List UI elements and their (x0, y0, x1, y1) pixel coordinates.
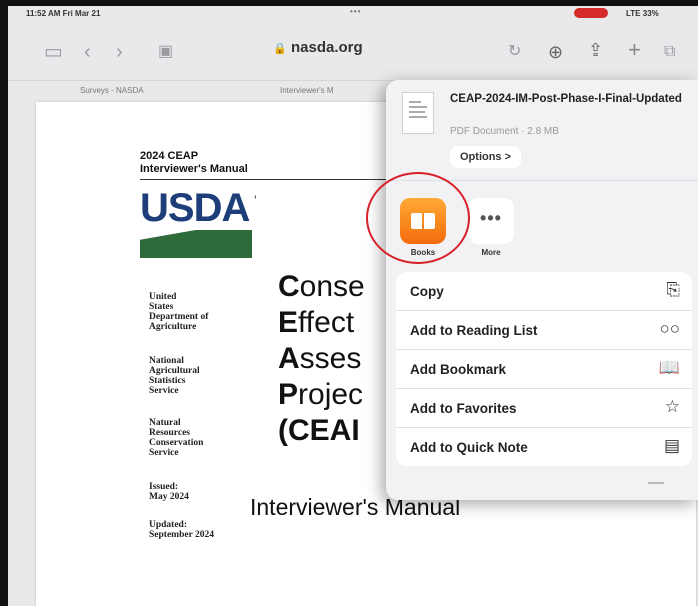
copy-icon: ⎘ (666, 280, 680, 299)
book-icon: 📖 (658, 358, 680, 377)
glasses-icon: ○○ (659, 319, 680, 338)
agency-line: States (149, 302, 174, 312)
options-button[interactable]: Options > (450, 146, 522, 168)
usda-logo-swoosh (140, 230, 252, 258)
action-add-to-reading-list[interactable]: Add to Reading List ○○ (396, 311, 692, 350)
agency-line: September 2024 (149, 530, 214, 540)
issued-date: Issued: May 2024 (149, 482, 189, 502)
title-line-1: Conse (278, 270, 365, 304)
action-label: Add to Quick Note (410, 440, 528, 455)
title-initial: E (278, 306, 299, 339)
agency-line: Service (149, 386, 179, 396)
tab-interviewers-manual[interactable]: Interviewer's M (280, 86, 334, 95)
agency-line: Agriculture (149, 322, 197, 332)
title-initial: P (278, 378, 299, 411)
action-add-to-quick-note[interactable]: Add to Quick Note ▤ (396, 428, 692, 466)
url-text: nasda.org (291, 39, 363, 56)
action-label: Add Bookmark (410, 362, 507, 377)
header-rule (140, 179, 400, 180)
quick-note-icon: ▤ (663, 436, 680, 455)
status-bar: 11:52 AM Fri Mar 21 ••• LTE 33% (8, 6, 698, 22)
action-add-bookmark[interactable]: Add Bookmark 📖 (396, 350, 692, 389)
back-icon[interactable]: ‹ (84, 42, 91, 62)
multitask-dots[interactable]: ••• (350, 7, 361, 16)
scroll-indicator[interactable] (648, 482, 664, 484)
usda-logo-text: USDA (140, 186, 250, 230)
agency-line: National (149, 356, 184, 366)
reload-icon[interactable]: ↻ (508, 42, 521, 62)
title-line-4: Projec (278, 378, 363, 412)
red-annotation-circle (366, 172, 470, 264)
document-header: 2024 CEAP Interviewer's Manual (140, 150, 248, 176)
title-rest: onse (299, 270, 365, 303)
share-file-meta: PDF Document · 2.8 MB (450, 126, 559, 137)
share-app-label: More (481, 248, 501, 257)
tab-surveys[interactable]: Surveys - NASDA (80, 86, 144, 95)
action-label: Copy (410, 284, 444, 299)
agency-nrcs: Natural Resources Conservation Service (149, 418, 203, 458)
title-line-3: Asses (278, 342, 361, 376)
action-label: Add to Favorites (410, 401, 517, 416)
download-icon[interactable]: ⊕ (548, 42, 563, 62)
sidebar-icon[interactable]: ▭ (44, 42, 63, 62)
share-actions-list: Copy ⎘ Add to Reading List ○○ Add Bookma… (396, 272, 692, 466)
title-initial: C (278, 270, 300, 303)
title-rest: sses (299, 342, 362, 375)
tabs-icon[interactable]: ⧉ (664, 42, 675, 62)
header-line-2: Interviewer's Manual (140, 163, 248, 175)
action-add-to-favorites[interactable]: Add to Favorites ☆ (396, 389, 692, 428)
title-line-5: (CEAI (278, 414, 360, 448)
recording-indicator (574, 8, 608, 18)
updated-date: Updated: September 2024 (149, 520, 214, 540)
header-line-1: 2024 CEAP (140, 150, 199, 162)
agency-nass: National Agricultural Statistics Service (149, 356, 200, 396)
share-sheet: CEAP-2024-IM-Post-Phase-I-Final-Updated … (386, 80, 698, 500)
status-time: 11:52 AM Fri Mar 21 (26, 9, 101, 18)
forward-icon[interactable]: › (116, 42, 123, 62)
agency-line: Issued: (149, 482, 179, 492)
share-icon[interactable]: ⇪ (588, 40, 603, 60)
ipad-screen: 11:52 AM Fri Mar 21 ••• LTE 33% ▭ ‹ › ▣ … (8, 6, 698, 606)
agency-line: Service (149, 448, 179, 458)
action-label: Add to Reading List (410, 323, 538, 338)
title-rest: ffect (298, 306, 355, 339)
agency-line: Statistics (149, 376, 186, 386)
new-tab-icon[interactable]: + (628, 39, 641, 61)
share-app-more[interactable]: ••• More (462, 198, 520, 257)
agency-line: Agricultural (149, 366, 200, 376)
title-initial: A (278, 342, 300, 375)
usda-logo: USDA ' (140, 186, 257, 258)
agency-line: Resources (149, 428, 190, 438)
agency-line: United (149, 292, 177, 302)
action-copy[interactable]: Copy ⎘ (396, 272, 692, 311)
status-network: LTE 33% (626, 9, 659, 18)
agency-line: Department of (149, 312, 209, 322)
agency-line: Conservation (149, 438, 204, 448)
agency-usda: United States Department of Agriculture (149, 292, 208, 332)
star-icon: ☆ (664, 397, 680, 416)
agency-line: Natural (149, 418, 181, 428)
title-rest: (CEAI (278, 414, 360, 447)
agency-line: May 2024 (149, 492, 189, 502)
address-bar[interactable]: 🔒 nasda.org (228, 39, 408, 56)
title-rest: rojec (298, 378, 364, 411)
share-file-name: CEAP-2024-IM-Post-Phase-I-Final-Updated (450, 93, 682, 105)
logo-trademark-mark: ' (254, 192, 257, 208)
pdf-file-icon (402, 92, 434, 134)
lock-icon: 🔒 (273, 43, 287, 55)
more-dots-icon: ••• (468, 198, 514, 244)
tab-overview-icon[interactable]: ▣ (158, 42, 173, 62)
agency-line: Updated: (149, 520, 188, 530)
title-line-2: Effect (278, 306, 354, 340)
